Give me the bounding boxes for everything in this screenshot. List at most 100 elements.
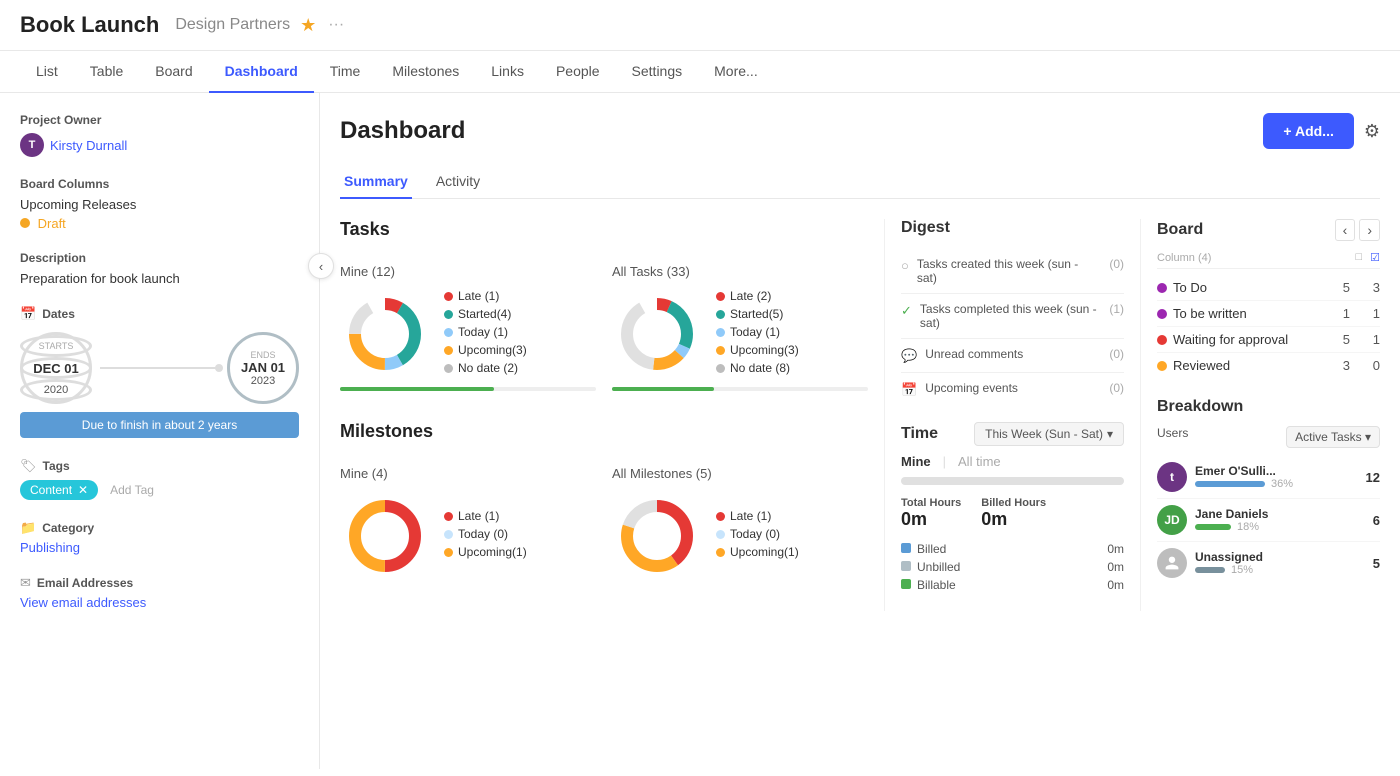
total-hours-label: Total Hours xyxy=(901,497,961,509)
mine-tasks-donut xyxy=(340,289,430,379)
check-icon: ✓ xyxy=(901,303,912,319)
board-col-checkbox-checked[interactable]: ☑ xyxy=(1370,251,1380,264)
user-info-unassigned: Unassigned 15% xyxy=(1195,550,1352,576)
user-avatar-unassigned xyxy=(1157,548,1187,578)
tab-time[interactable]: Time xyxy=(314,51,377,93)
chevron-down-icon: ▾ xyxy=(1365,430,1371,444)
summary-tabs: Summary Activity xyxy=(340,165,1380,199)
tab-people[interactable]: People xyxy=(540,51,616,93)
board-panel-title: Board ‹ › xyxy=(1157,219,1380,241)
billed-hours: Billed Hours 0m xyxy=(981,497,1046,530)
owner-name[interactable]: T Kirsty Durnall xyxy=(20,133,299,157)
user-count-jane: 6 xyxy=(1360,513,1380,528)
dates-visual: Starts DEC 01 2020 Ends JAN 01 2023 xyxy=(20,332,299,404)
time-tabs: Mine | All time xyxy=(901,454,1124,469)
digest-title: Digest xyxy=(901,219,1124,237)
email-label: Email Addresses xyxy=(37,576,133,590)
category-label: Category xyxy=(42,521,94,535)
tab-summary[interactable]: Summary xyxy=(340,165,412,199)
end-date[interactable]: Ends JAN 01 2023 xyxy=(227,332,299,404)
board-next-btn[interactable]: › xyxy=(1359,219,1380,241)
events-icon: 📅 xyxy=(901,382,917,398)
breakdown-filter-btn[interactable]: Active Tasks ▾ xyxy=(1286,426,1380,448)
mine-milestones-donut xyxy=(340,491,430,581)
star-icon[interactable]: ★ xyxy=(300,15,316,36)
user-bar-unassigned xyxy=(1195,567,1225,573)
user-avatar-emer: t xyxy=(1157,462,1187,492)
tags-section: 🏷 Tags Content ✕ Add Tag xyxy=(20,458,299,500)
total-hours: Total Hours 0m xyxy=(901,497,961,530)
email-link[interactable]: View email addresses xyxy=(20,595,299,610)
all-tasks-legend: Late (2) Started(5) Today (1) Upcoming(3… xyxy=(716,289,799,379)
tab-dashboard[interactable]: Dashboard xyxy=(209,51,314,93)
billed-hours-label: Billed Hours xyxy=(981,497,1046,509)
board-prev-btn[interactable]: ‹ xyxy=(1335,219,1356,241)
due-badge: Due to finish in about 2 years xyxy=(20,412,299,438)
draft-dot xyxy=(20,218,30,228)
milestones-section: Milestones Mine (4) Late ( xyxy=(340,421,868,591)
circle-icon: ○ xyxy=(901,258,909,273)
user-count-emer: 12 xyxy=(1360,470,1380,485)
add-button[interactable]: + Add... xyxy=(1263,113,1353,149)
settings-gear-icon[interactable]: ⚙ xyxy=(1364,121,1380,142)
dashboard-header: Dashboard + Add... ⚙ xyxy=(340,113,1380,149)
tag-content[interactable]: Content ✕ xyxy=(20,480,98,500)
middle-panel: Digest ○ Tasks created this week (sun - … xyxy=(884,219,1124,611)
header-actions: + Add... ⚙ xyxy=(1263,113,1380,149)
breakdown-header: Users Active Tasks ▾ xyxy=(1157,426,1380,448)
time-tab-alltime[interactable]: All time xyxy=(958,454,1001,469)
tasks-row: Mine (12) xyxy=(340,254,868,401)
tasks-section: Tasks Mine (12) xyxy=(340,219,868,401)
tab-milestones[interactable]: Milestones xyxy=(376,51,475,93)
mine-tasks-progress-fill xyxy=(340,387,494,391)
mine-milestones-donut-wrapper: Late (1) Today (0) Upcoming(1) xyxy=(340,491,596,581)
project-owner-section: Project Owner T Kirsty Durnall xyxy=(20,113,299,157)
time-detail-billed: Billed 0m xyxy=(901,542,1124,556)
project-subtitle: Design Partners xyxy=(175,16,290,34)
chevron-down-icon: ▾ xyxy=(1107,427,1113,441)
add-tag[interactable]: Add Tag xyxy=(110,483,154,497)
time-section: Time This Week (Sun - Sat) ▾ Mine | All … xyxy=(901,422,1124,592)
time-header: Time This Week (Sun - Sat) ▾ xyxy=(901,422,1124,446)
tab-settings[interactable]: Settings xyxy=(616,51,699,93)
user-bar-row-jane: 18% xyxy=(1195,521,1352,533)
mine-tasks-donut-wrapper: Late (1) Started(4) Today (1) Upcoming(3… xyxy=(340,289,596,379)
category-section: 📁 Category Publishing xyxy=(20,520,299,555)
tab-more[interactable]: More... xyxy=(698,51,774,93)
mine-tasks-label: Mine (12) xyxy=(340,264,596,279)
dots-icon[interactable]: ··· xyxy=(328,16,344,34)
date-line xyxy=(100,367,219,369)
tab-list[interactable]: List xyxy=(20,51,74,93)
tag-remove[interactable]: ✕ xyxy=(78,483,88,497)
description-value: Preparation for book launch xyxy=(20,271,299,286)
all-tasks-label: All Tasks (33) xyxy=(612,264,868,279)
nav-tabs: List Table Board Dashboard Time Mileston… xyxy=(0,51,1400,93)
board-nav: ‹ › xyxy=(1335,219,1380,241)
sidebar: Project Owner T Kirsty Durnall Board Col… xyxy=(0,93,320,769)
left-panels: Tasks Mine (12) xyxy=(340,219,868,611)
category-value[interactable]: Publishing xyxy=(20,540,299,555)
board-col-checkbox-empty[interactable]: □ xyxy=(1355,251,1362,264)
start-date[interactable]: Starts DEC 01 2020 xyxy=(20,332,92,404)
mine-milestones-legend: Late (1) Today (0) Upcoming(1) xyxy=(444,509,527,563)
tab-links[interactable]: Links xyxy=(475,51,540,93)
time-tab-mine[interactable]: Mine xyxy=(901,454,931,469)
hours-row: Total Hours 0m Billed Hours 0m xyxy=(901,497,1124,530)
board-item-todo: To Do 5 3 xyxy=(1157,275,1380,301)
time-filter[interactable]: This Week (Sun - Sat) ▾ xyxy=(974,422,1124,446)
user-bar-jane xyxy=(1195,524,1231,530)
comment-icon: 💬 xyxy=(901,348,917,364)
email-icon: ✉ xyxy=(20,575,31,591)
tags-label: Tags xyxy=(43,459,70,473)
collapse-sidebar-btn[interactable]: ‹ xyxy=(308,253,334,279)
draft-label[interactable]: Draft xyxy=(38,216,66,231)
all-tasks-progress-fill xyxy=(612,387,714,391)
dates-label: Dates xyxy=(42,307,75,321)
mine-tasks-progress xyxy=(340,387,596,391)
tab-table[interactable]: Table xyxy=(74,51,139,93)
billed-hours-value: 0m xyxy=(981,509,1046,530)
tab-board[interactable]: Board xyxy=(139,51,208,93)
tab-activity[interactable]: Activity xyxy=(432,165,484,199)
all-tasks-progress xyxy=(612,387,868,391)
calendar-icon: 📅 xyxy=(20,306,36,322)
